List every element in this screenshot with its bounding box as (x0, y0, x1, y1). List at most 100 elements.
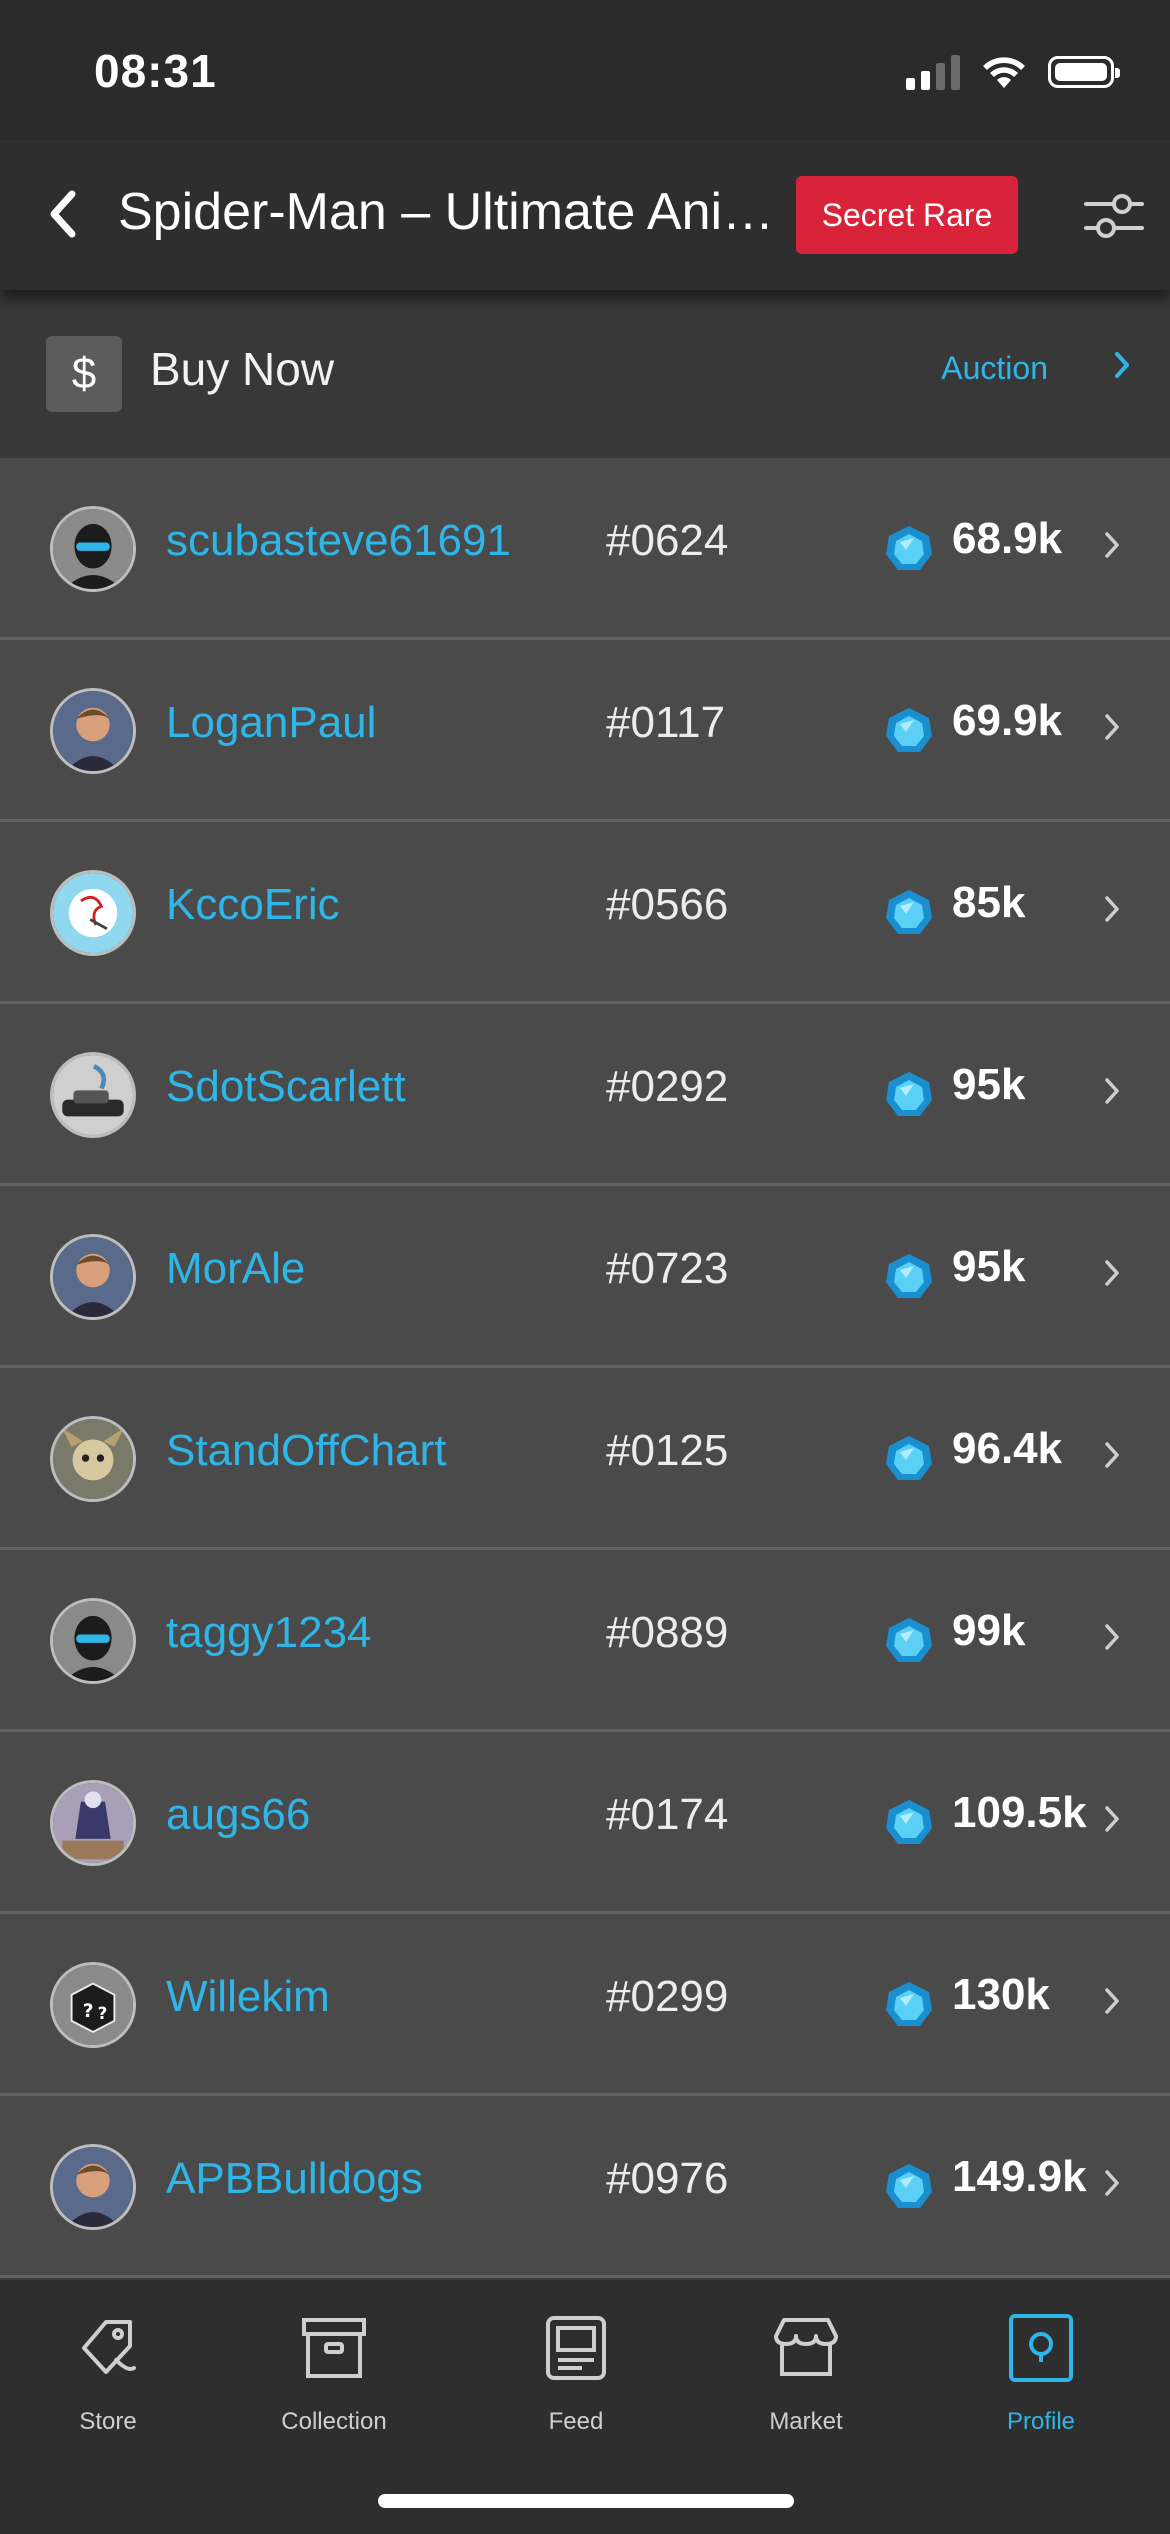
gem-currency-icon (886, 708, 932, 752)
chevron-right-icon[interactable] (1104, 894, 1120, 924)
page-title: Spider-Man – Ultimate Animat... (118, 183, 786, 241)
serial-number: #0292 (606, 1062, 729, 1111)
gem-currency-icon (886, 1436, 932, 1480)
gem-currency-icon (886, 1800, 932, 1844)
status-time: 08:31 (94, 45, 217, 97)
listing-row[interactable]: taggy1234 #0889 99k (0, 1550, 1170, 1732)
gem-currency-icon (886, 1618, 932, 1662)
buy-now-bar: $ Buy Now Auction (0, 290, 1170, 458)
listing-price: 69.9k (952, 696, 1063, 745)
avatar[interactable]: ?? (50, 1962, 136, 2048)
serial-number: #0125 (606, 1426, 729, 1475)
seller-username[interactable]: LoganPaul (166, 698, 376, 748)
avatar[interactable] (50, 1416, 136, 1502)
tab-collection[interactable]: Collection (234, 2310, 434, 2436)
storefront-icon (774, 2318, 838, 2376)
listing-row[interactable]: StandOffChart #0125 96.4k (0, 1368, 1170, 1550)
listing-price: 99k (952, 1606, 1026, 1655)
serial-number: #0117 (606, 698, 726, 747)
listing-row[interactable]: KccoEric #0566 85k (0, 822, 1170, 1004)
rarity-badge[interactable]: Secret Rare (796, 176, 1018, 254)
listing-row[interactable]: scubasteve61691 #0624 68.9k (0, 458, 1170, 640)
chevron-right-icon[interactable] (1114, 350, 1130, 380)
avatar[interactable] (50, 1780, 136, 1866)
listing-row[interactable]: APBBulldogs #0976 149.9k (0, 2096, 1170, 2278)
gem-currency-icon (886, 1254, 932, 1298)
seller-username[interactable]: augs66 (166, 1790, 310, 1840)
filter-sliders-icon[interactable] (1082, 184, 1146, 248)
listing-price: 95k (952, 1242, 1026, 1291)
serial-number: #0566 (606, 880, 729, 929)
svg-text:?: ? (83, 2001, 94, 2022)
seller-username[interactable]: APBBulldogs (166, 2154, 423, 2204)
gem-currency-icon (886, 526, 932, 570)
tab-label: Feed (548, 2408, 604, 2435)
dollar-icon: $ (46, 336, 122, 412)
gem-currency-icon (886, 1072, 932, 1116)
feed-card-icon (546, 2316, 606, 2380)
listing-row[interactable]: ?? Willekim #0299 130k (0, 1914, 1170, 2096)
serial-number: #0299 (606, 1972, 729, 2021)
seller-username[interactable]: Willekim (166, 1972, 330, 2022)
avatar[interactable] (50, 688, 136, 774)
avatar[interactable] (50, 1234, 136, 1320)
seller-username[interactable]: scubasteve61691 (166, 516, 511, 566)
auction-link[interactable]: Auction (941, 350, 1048, 387)
seller-username[interactable]: StandOffChart (166, 1426, 446, 1476)
listings-list: scubasteve61691 #0624 68.9k LoganPaul #0117 6… (0, 458, 1170, 2278)
avatar[interactable] (50, 1052, 136, 1138)
chevron-right-icon[interactable] (1104, 712, 1120, 742)
tab-label: Store (79, 2408, 137, 2435)
avatar[interactable] (50, 506, 136, 592)
cellular-signal-icon (906, 54, 960, 90)
tab-profile[interactable]: Profile (941, 2310, 1141, 2436)
listing-row[interactable]: LoganPaul #0117 69.9k (0, 640, 1170, 822)
serial-number: #0174 (606, 1790, 729, 1839)
tag-icon (82, 2320, 136, 2374)
chevron-right-icon[interactable] (1104, 1076, 1120, 1106)
listing-row[interactable]: SdotScarlett #0292 95k (0, 1004, 1170, 1186)
status-icons (906, 54, 1120, 90)
tab-market[interactable]: Market (706, 2310, 906, 2436)
listing-price: 149.9k (952, 2152, 1087, 2201)
svg-text:?: ? (98, 2003, 108, 2023)
seller-username[interactable]: SdotScarlett (166, 1062, 406, 1112)
tab-label: Market (769, 2408, 843, 2435)
chevron-right-icon[interactable] (1104, 1622, 1120, 1652)
serial-number: #0889 (606, 1608, 729, 1657)
archive-box-icon (302, 2318, 366, 2378)
serial-number: #0723 (606, 1244, 729, 1293)
chevron-right-icon[interactable] (1104, 1258, 1120, 1288)
listing-price: 68.9k (952, 514, 1063, 563)
chevron-right-icon[interactable] (1104, 2168, 1120, 2198)
tab-store[interactable]: Store (8, 2310, 208, 2436)
profile-icon (1009, 2314, 1073, 2382)
back-button[interactable] (36, 184, 90, 244)
avatar[interactable] (50, 870, 136, 956)
buy-now-label: Buy Now (150, 343, 335, 395)
listing-row[interactable]: augs66 #0174 109.5k (0, 1732, 1170, 1914)
gem-currency-icon (886, 2164, 932, 2208)
serial-number: #0624 (606, 516, 729, 565)
status-bar: 08:31 (0, 0, 1170, 140)
seller-username[interactable]: KccoEric (166, 880, 340, 930)
seller-username[interactable]: MorAle (166, 1244, 305, 1294)
home-indicator[interactable] (378, 2494, 794, 2508)
listing-price: 130k (952, 1970, 1050, 2019)
chevron-right-icon[interactable] (1104, 1804, 1120, 1834)
tab-feed[interactable]: Feed (476, 2310, 676, 2436)
battery-icon (1048, 56, 1120, 88)
seller-username[interactable]: taggy1234 (166, 1608, 372, 1658)
nav-header: Spider-Man – Ultimate Animat... Secret R… (0, 140, 1170, 290)
gem-currency-icon (886, 1982, 932, 2026)
listing-price: 95k (952, 1060, 1026, 1109)
avatar[interactable] (50, 2144, 136, 2230)
tab-label: Collection (281, 2408, 387, 2435)
avatar[interactable] (50, 1598, 136, 1684)
chevron-right-icon[interactable] (1104, 530, 1120, 560)
listing-price: 96.4k (952, 1424, 1063, 1473)
chevron-right-icon[interactable] (1104, 1986, 1120, 2016)
chevron-right-icon[interactable] (1104, 1440, 1120, 1470)
listing-row[interactable]: MorAle #0723 95k (0, 1186, 1170, 1368)
listing-price: 85k (952, 878, 1026, 927)
